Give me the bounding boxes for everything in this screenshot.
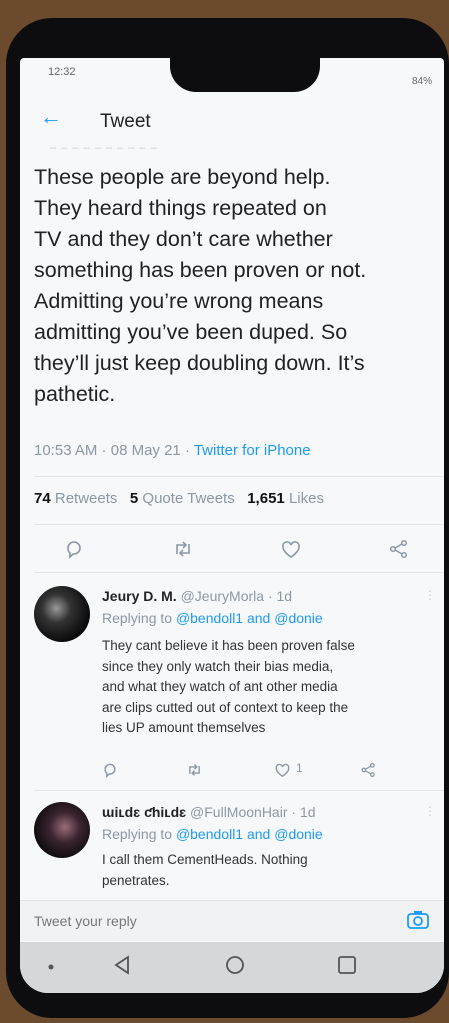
avatar[interactable] (34, 586, 90, 642)
like-count: 1 (296, 761, 303, 775)
nav-dot-icon (48, 964, 54, 970)
reply-text: They cant believe it has been proven fal… (102, 638, 355, 735)
tweet-line: Admitting you’re wrong means (34, 289, 324, 313)
divider (34, 572, 444, 573)
divider (34, 790, 444, 791)
status-time: 12:32 (48, 66, 76, 78)
tweet-date: 08 May 21 (110, 442, 181, 459)
like-icon[interactable] (280, 539, 302, 559)
likes-stat[interactable]: 1,651 Likes (247, 490, 324, 507)
retweet-icon[interactable] (172, 539, 194, 559)
nav-recents-icon[interactable] (336, 954, 358, 976)
divider (34, 476, 444, 477)
tweet-actions (20, 539, 444, 563)
page-title: Tweet (100, 111, 151, 132)
tweet-header: ← Tweet (20, 98, 444, 142)
android-nav-bar (20, 942, 444, 993)
divider (34, 524, 444, 525)
replying-to: Replying to @bendoll1 and @donie (102, 826, 323, 842)
reply-author: ɯiʟdɛ ƈhiʟdɛ @FullMoonHair · 1d (102, 804, 316, 820)
tweet-line: admitting you’ve been duped. So (34, 320, 348, 344)
more-options-icon[interactable]: ⋮ (424, 588, 436, 602)
quotes-stat[interactable]: 5 Quote Tweets (130, 490, 235, 507)
screen: 12:32 84% ← Tweet ‒ ‒ ‒ ‒ ‒ ‒ ‒ ‒ ‒ ‒ Th… (20, 58, 444, 993)
replying-to: Replying to @bendoll1 and @donie (102, 610, 323, 626)
share-icon[interactable] (360, 762, 377, 778)
retweet-icon[interactable] (186, 762, 203, 778)
camera-notch (170, 58, 320, 92)
tweet-time: 10:53 AM (34, 442, 98, 459)
reply-author: Jeury D. M. @JeuryMorla · 1d (102, 588, 293, 604)
tweet-line: These people are beyond help. (34, 165, 331, 189)
nav-back-icon[interactable] (112, 954, 132, 976)
tweet-stats: 74 Retweets 5 Quote Tweets 1,651 Likes (34, 490, 324, 507)
tweet-text: These people are beyond help. They heard… (34, 162, 444, 410)
tweet-meta: 10:53 AM · 08 May 21 · Twitter for iPhon… (34, 442, 311, 459)
retweets-stat[interactable]: 74 Retweets (34, 490, 117, 507)
tweet-line: pathetic. (34, 382, 116, 406)
reply-input[interactable]: Tweet your reply (34, 913, 137, 929)
nav-home-icon[interactable] (224, 954, 246, 976)
tweet-line: TV and they don’t care whether (34, 227, 333, 251)
reply-item[interactable]: Jeury D. M. @JeuryMorla · 1d ⋮ Replying … (20, 586, 444, 782)
reply-actions: 1 (20, 761, 444, 786)
more-options-icon[interactable]: ⋮ (424, 804, 436, 818)
back-arrow-icon[interactable]: ← (40, 104, 62, 130)
reply-text: I call them CementHeads. Nothing penetra… (102, 852, 308, 888)
reply-icon[interactable] (64, 539, 84, 559)
reply-item[interactable]: ɯiʟdɛ ƈhiʟdɛ @FullMoonHair · 1d ⋮ Replyi… (20, 802, 444, 898)
avatar[interactable] (34, 802, 90, 858)
like-icon[interactable] (274, 762, 291, 778)
reply-icon[interactable] (102, 762, 118, 778)
tweet-source[interactable]: Twitter for iPhone (194, 442, 311, 459)
tweet-line: something has been proven or not. (34, 258, 367, 282)
reply-composer[interactable]: Tweet your reply (20, 900, 444, 941)
camera-icon[interactable] (406, 909, 430, 931)
tweet-line: They heard things repeated on (34, 196, 327, 220)
share-icon[interactable] (388, 539, 410, 559)
tweet-line: they’ll just keep doubling down. It’s (34, 351, 365, 375)
scrolled-line-remnant: ‒ ‒ ‒ ‒ ‒ ‒ ‒ ‒ ‒ ‒ (50, 142, 158, 154)
battery-level: 84% (411, 76, 432, 87)
